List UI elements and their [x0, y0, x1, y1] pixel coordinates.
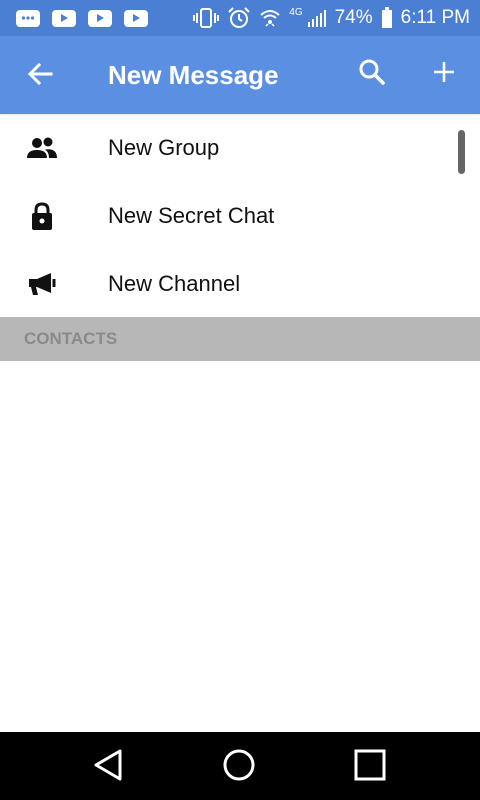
contacts-list: [0, 361, 480, 732]
search-button[interactable]: [356, 58, 388, 90]
nav-home-button[interactable]: [221, 749, 257, 785]
battery-percent: 74%: [334, 7, 373, 28]
youtube-icon: [52, 9, 76, 27]
plus-icon: [432, 60, 456, 89]
signal-icon: [307, 8, 327, 28]
back-button[interactable]: [24, 60, 56, 92]
menu-item-new-secret-chat[interactable]: New Secret Chat: [0, 182, 480, 250]
wifi-icon: [259, 8, 281, 28]
system-navigation-bar: [0, 732, 480, 800]
new-message-menu: New Group New Secret Chat New Channel: [0, 114, 480, 318]
circle-home-icon: [222, 748, 256, 787]
status-bar: 4G 74% 6:11 PM: [0, 0, 480, 36]
battery-icon: [381, 7, 393, 29]
system-status: 4G 74% 6:11 PM: [193, 7, 470, 29]
notification-icons: [16, 9, 148, 27]
contacts-section-header: CONTACTS: [0, 317, 480, 361]
page-title: New Message: [108, 60, 279, 90]
network-type-label: 4G: [289, 6, 303, 18]
menu-item-label: New Group: [108, 135, 220, 160]
youtube-icon: [88, 9, 112, 27]
alarm-icon: [227, 7, 251, 29]
nav-recents-button[interactable]: [352, 749, 388, 785]
scrollbar-thumb[interactable]: [458, 130, 465, 174]
menu-item-new-channel[interactable]: New Channel: [0, 250, 480, 318]
app-bar: New Message: [0, 36, 480, 114]
group-icon: [26, 132, 58, 164]
lock-icon: [26, 200, 58, 232]
square-recents-icon: [353, 748, 387, 787]
triangle-back-icon: [92, 748, 124, 787]
nav-back-button[interactable]: [90, 749, 126, 785]
vibrate-icon: [193, 8, 220, 28]
section-header-label: CONTACTS: [24, 329, 118, 348]
clock: 6:11 PM: [400, 7, 470, 28]
menu-item-label: New Secret Chat: [108, 203, 275, 228]
add-button[interactable]: [428, 58, 460, 90]
chat-notification-icon: [16, 9, 40, 27]
menu-item-label: New Channel: [108, 271, 241, 296]
menu-item-new-group[interactable]: New Group: [0, 114, 480, 182]
search-icon: [358, 58, 386, 91]
youtube-icon: [124, 9, 148, 27]
megaphone-icon: [26, 268, 58, 300]
arrow-back-icon: [27, 62, 53, 91]
